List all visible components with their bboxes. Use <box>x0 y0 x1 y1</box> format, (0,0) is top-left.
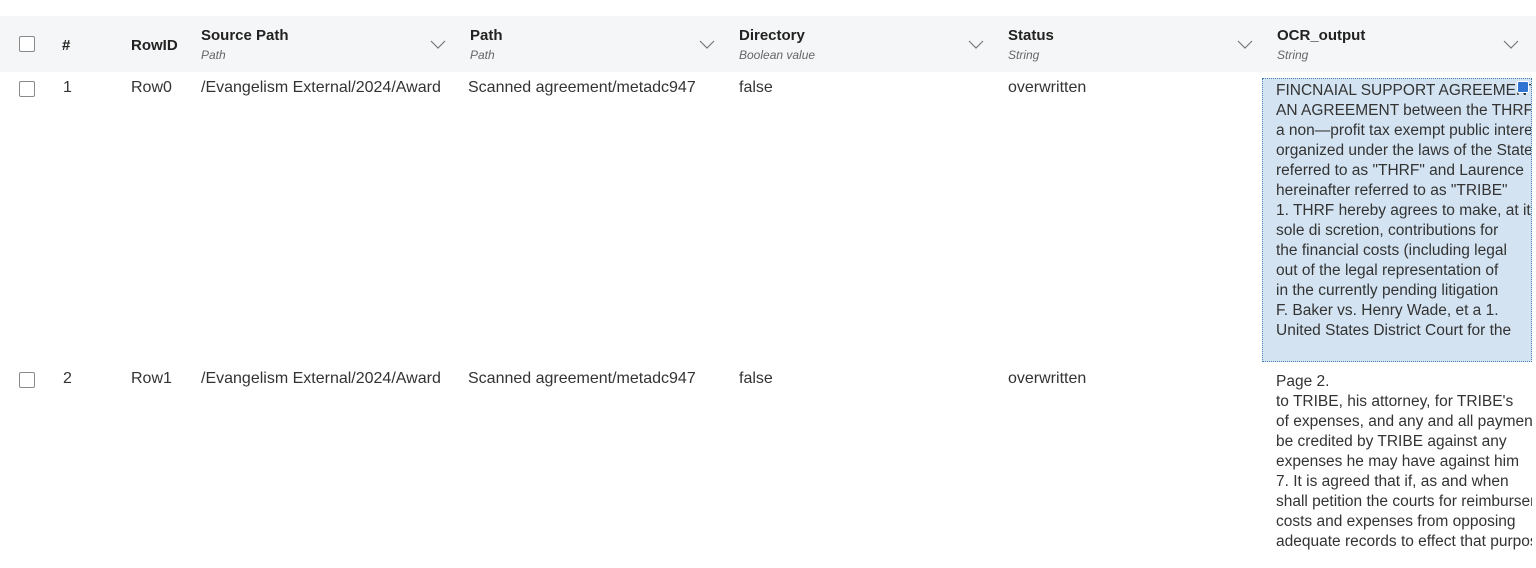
ocr-output-cell[interactable]: Page 2. to TRIBE, his attorney, for TRIB… <box>1262 372 1532 568</box>
column-title: Directory <box>739 27 805 44</box>
path-cell[interactable]: Scanned agreement/metadc947 <box>468 370 726 388</box>
row-select-checkbox[interactable] <box>19 81 35 97</box>
column-header-ocr-output[interactable]: OCR_output String <box>1277 16 1532 72</box>
chevron-down-icon[interactable] <box>968 38 984 50</box>
ocr-line: sole di scretion, contributions for <box>1276 222 1499 239</box>
ocr-line: hereinafter referred to as "TRIBE" <box>1276 182 1508 199</box>
ocr-line: a non—profit tax exempt public interest <box>1276 122 1532 139</box>
column-type: String <box>1008 48 1040 62</box>
row-number: 2 <box>63 370 72 387</box>
column-title: RowID <box>131 37 178 54</box>
ocr-line: organized under the laws of the State <box>1276 142 1532 159</box>
source-path-cell[interactable]: /Evangelism External/2024/Award <box>201 370 456 388</box>
data-grid: # RowID Source Path Path Path Path Direc… <box>0 16 1536 568</box>
table-row[interactable]: 1 Row0 /Evangelism External/2024/Award S… <box>0 72 1536 362</box>
ocr-line: 7. It is agreed that if, as and when <box>1276 473 1509 490</box>
column-type: Boolean value <box>739 48 816 62</box>
column-title: Status <box>1008 27 1054 44</box>
select-all-checkbox[interactable] <box>19 36 35 52</box>
path-cell[interactable]: Scanned agreement/metadc947 <box>468 79 726 97</box>
row-number: 1 <box>63 79 72 96</box>
table-row[interactable]: 2 Row1 /Evangelism External/2024/Award S… <box>0 362 1536 568</box>
ocr-line: out of the legal representation of <box>1276 262 1499 279</box>
ocr-line: expenses he may have against him <box>1276 453 1519 470</box>
chevron-down-icon[interactable] <box>1237 38 1253 50</box>
ocr-line: costs and expenses from opposing <box>1276 513 1516 530</box>
ocr-line: adequate records to effect that purpose <box>1276 533 1532 550</box>
row-select-checkbox[interactable] <box>19 372 35 388</box>
column-header-num[interactable]: # <box>62 16 102 72</box>
directory-cell[interactable]: false <box>739 79 994 97</box>
column-type: Path <box>201 48 226 62</box>
status-cell[interactable]: overwritten <box>1008 79 1263 97</box>
chevron-down-icon[interactable] <box>1503 38 1519 50</box>
column-title: OCR_output <box>1277 27 1366 44</box>
chevron-down-icon[interactable] <box>699 38 715 50</box>
column-type: Path <box>470 48 495 62</box>
ocr-line: 1. THRF hereby agrees to make, at its <box>1276 202 1532 219</box>
column-header-status[interactable]: Status String <box>1008 16 1263 72</box>
ocr-line: be credited by TRIBE against any <box>1276 433 1507 450</box>
rowid-cell[interactable]: Row0 <box>131 79 191 97</box>
column-header-rowid[interactable]: RowID <box>131 16 191 72</box>
selection-handle-icon[interactable] <box>1517 81 1529 93</box>
ocr-output-cell[interactable]: FINCNAIAL SUPPORT AGREEMENT AN AGREEMENT… <box>1262 78 1532 362</box>
ocr-line: United States District Court for the <box>1276 322 1512 339</box>
directory-cell[interactable]: false <box>739 370 994 388</box>
ocr-line: in the currently pending litigation <box>1276 282 1499 299</box>
ocr-line: AN AGREEMENT between the THRF <box>1276 102 1532 119</box>
ocr-line: shall petition the courts for reimbursem… <box>1276 493 1532 510</box>
column-header-path[interactable]: Path Path <box>470 16 725 72</box>
column-header-directory[interactable]: Directory Boolean value <box>739 16 994 72</box>
column-title: Path <box>470 27 503 44</box>
ocr-line: to TRIBE, his attorney, for TRIBE's <box>1276 393 1514 410</box>
grid-header: # RowID Source Path Path Path Path Direc… <box>0 16 1536 72</box>
ocr-line: FINCNAIAL SUPPORT AGREEMENT <box>1276 82 1532 99</box>
ocr-line: of expenses, and any and all payments <box>1276 413 1532 430</box>
chevron-down-icon[interactable] <box>430 38 446 50</box>
ocr-line: F. Baker vs. Henry Wade, et a 1. <box>1276 302 1499 319</box>
column-type: String <box>1277 48 1309 62</box>
ocr-line: referred to as "THRF" and Laurence <box>1276 162 1524 179</box>
rowid-cell[interactable]: Row1 <box>131 370 191 388</box>
column-title: # <box>62 37 71 54</box>
column-title: Source Path <box>201 27 289 44</box>
status-cell[interactable]: overwritten <box>1008 370 1263 388</box>
ocr-line: Page 2. <box>1276 373 1330 390</box>
source-path-cell[interactable]: /Evangelism External/2024/Award <box>201 79 456 97</box>
ocr-line: the financial costs (including legal <box>1276 242 1507 259</box>
column-header-source-path[interactable]: Source Path Path <box>201 16 456 72</box>
